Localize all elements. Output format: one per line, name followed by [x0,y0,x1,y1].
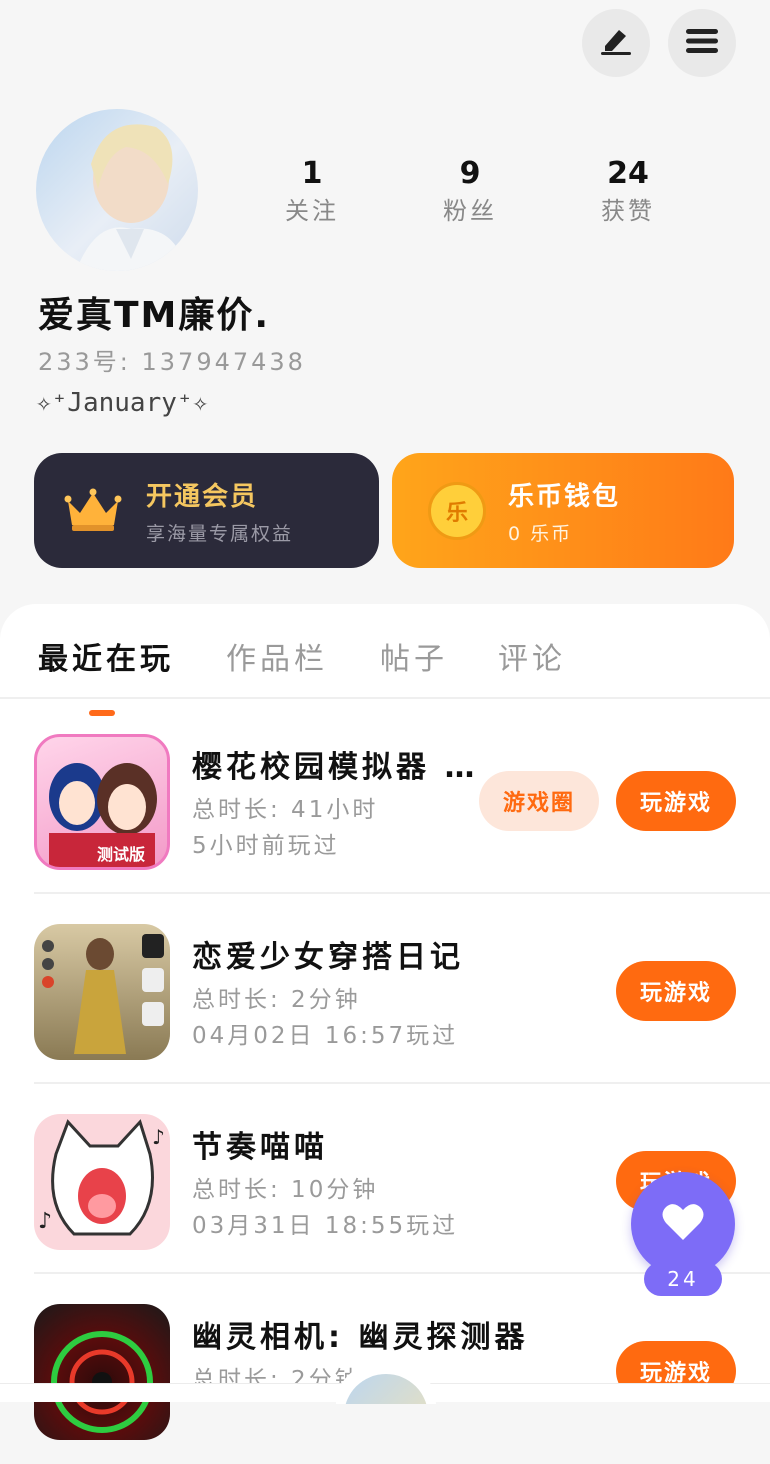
heart-icon [661,1202,705,1246]
game-title: 节奏喵喵 [192,1130,328,1165]
tab-comments[interactable]: 评论 [498,634,566,678]
tab-divider [0,697,770,699]
tab-posts[interactable]: 帖子 [380,634,448,678]
list-item[interactable]: 测试版 樱花校园模拟器 … 总时长: 41小时 5小时前玩过 游戏圈 玩游戏 [0,704,770,894]
game-icon-rhythm-cat[interactable]: ♪ ♪ [34,1114,170,1250]
game-title: 幽灵相机: 幽灵探测器 [192,1320,529,1355]
tab-bar: 最近在玩 作品栏 帖子 评论 [0,624,770,716]
avatar[interactable] [36,109,198,271]
wallet-card[interactable]: 乐 乐币钱包 0 乐币 [392,453,734,568]
crown-icon [64,487,122,535]
game-icon-dressup[interactable] [34,924,170,1060]
user-id[interactable]: 233号: 137947438 [38,342,306,377]
svg-text:♪: ♪ [38,1209,52,1234]
edit-icon [599,26,633,60]
game-icon-ghost-camera[interactable] [34,1304,170,1440]
menu-icon [685,27,719,59]
beta-badge: 测试版 [97,845,146,864]
coin-icon: 乐 [428,481,486,540]
following-count: 1 [301,156,323,191]
list-item[interactable]: 恋爱少女穿搭日记 总时长: 2分钟 04月02日 16:57玩过 玩游戏 [0,894,770,1084]
game-circle-button[interactable]: 游戏圈 [479,771,599,831]
stat-fans[interactable]: 9 粉丝 [410,154,530,228]
vip-card[interactable]: 开通会员 享海量专属权益 [34,453,379,568]
game-duration: 总时长: 10分钟 [192,1177,379,1203]
play-game-button[interactable]: 玩游戏 [616,961,736,1021]
menu-button[interactable] [668,9,736,77]
bottom-nav-bar [0,1364,770,1404]
game-title: 樱花校园模拟器 … [192,750,479,785]
signature: ✧⁺January⁺✧ [36,388,209,418]
wallet-title: 乐币钱包 [508,481,621,512]
like-fab[interactable] [631,1172,735,1276]
edit-button[interactable] [582,9,650,77]
game-last-played: 03月31日 18:55玩过 [192,1213,459,1239]
likes-count: 24 [607,156,649,191]
wallet-balance: 0 乐币 [508,522,573,545]
fans-count: 9 [459,156,481,191]
stat-following[interactable]: 1 关注 [252,154,372,228]
following-label: 关注 [285,197,339,225]
svg-text:♪: ♪ [152,1125,165,1149]
vip-subtitle: 享海量专属权益 [146,522,294,545]
stat-likes[interactable]: 24 获赞 [568,154,688,228]
tab-works[interactable]: 作品栏 [226,634,328,678]
game-last-played: 5小时前玩过 [192,833,340,859]
game-title: 恋爱少女穿搭日记 [192,940,464,975]
game-duration: 总时长: 41小时 [192,797,379,823]
like-count-badge: 24 [644,1262,722,1296]
tab-recent[interactable]: 最近在玩 [38,634,174,678]
vip-title: 开通会员 [146,481,259,512]
game-duration: 总时长: 2分钟 [192,987,361,1013]
play-game-button[interactable]: 玩游戏 [616,771,736,831]
game-last-played: 04月02日 16:57玩过 [192,1023,459,1049]
game-icon-sakura[interactable]: 测试版 [34,734,170,870]
likes-label: 获赞 [601,197,655,225]
fans-label: 粉丝 [443,197,497,225]
nickname: 爱真TM廉价. [38,295,271,336]
